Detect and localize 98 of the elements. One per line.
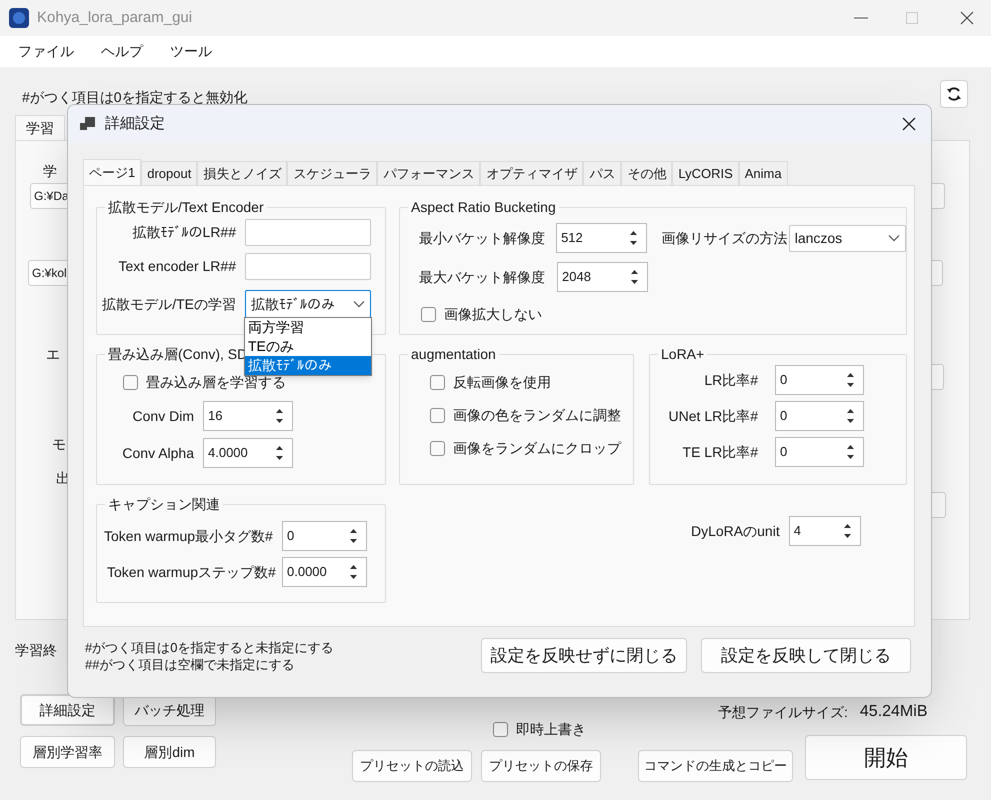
spin-box[interactable]: 0 bbox=[282, 521, 367, 551]
spin-arrows-icon bbox=[846, 371, 855, 389]
group-title: キャプション関連 bbox=[105, 495, 223, 513]
checkbox[interactable] bbox=[123, 375, 138, 390]
tab[interactable]: スケジューラ bbox=[287, 161, 378, 185]
app-logo-icon bbox=[9, 8, 29, 28]
spin-box[interactable]: 2048 bbox=[557, 262, 648, 292]
tab[interactable]: その他 bbox=[621, 161, 672, 185]
button[interactable]: コマンドの生成とコピー bbox=[638, 750, 793, 782]
checkbox[interactable] bbox=[430, 408, 445, 423]
spin-box[interactable]: 4.0000 bbox=[203, 438, 293, 468]
input-field[interactable] bbox=[245, 219, 371, 246]
field-label: Token warmupステップ数# bbox=[106, 562, 277, 582]
button[interactable]: 開始 bbox=[805, 735, 967, 780]
spin-arrows-icon bbox=[628, 229, 638, 247]
button[interactable]: 詳細設定 bbox=[20, 694, 115, 726]
refresh-icon bbox=[946, 86, 962, 102]
group-title: 拡散モデル/Text Encoder bbox=[105, 198, 267, 216]
input-field[interactable] bbox=[245, 253, 371, 280]
menu-item[interactable]: ヘルプ bbox=[101, 41, 143, 62]
field-label: 最大バケット解像度 bbox=[419, 268, 546, 286]
checkbox[interactable] bbox=[421, 307, 436, 322]
spin-arrows-icon bbox=[275, 444, 284, 462]
spin-arrows-icon bbox=[349, 527, 358, 545]
window-title: Kohya_lora_param_gui bbox=[37, 8, 192, 28]
field-label: 画像リサイズの方法 bbox=[662, 228, 789, 248]
tab[interactable]: Anima bbox=[738, 161, 788, 185]
field-label: 拡散モデル/TEの学習 bbox=[101, 294, 236, 314]
file-size-value: 45.24MiB bbox=[860, 702, 928, 722]
tab[interactable]: ページ1 bbox=[83, 159, 142, 185]
dropdown-option[interactable]: 拡散ﾓﾃﾞﾙのみ bbox=[245, 356, 371, 375]
maximize-icon bbox=[906, 12, 918, 24]
spin-box[interactable]: 0.0000 bbox=[282, 557, 367, 587]
notice-text: #がつく項目は0を指定すると無効化 bbox=[22, 88, 248, 107]
dropdown-option[interactable]: 両方学習 bbox=[245, 318, 371, 337]
spin-arrows-icon bbox=[275, 407, 284, 425]
checkbox-label: 即時上書き bbox=[516, 720, 586, 739]
field-label: 学 bbox=[43, 162, 57, 179]
checkbox[interactable] bbox=[493, 722, 508, 737]
field-label: 最小バケット解像度 bbox=[419, 228, 546, 248]
field-label: LR比率# bbox=[703, 370, 758, 390]
close-icon bbox=[902, 117, 916, 131]
tab[interactable]: オプティマイザ bbox=[480, 161, 584, 185]
spin-arrows-icon bbox=[846, 407, 855, 425]
spin-box[interactable]: 0 bbox=[775, 401, 864, 431]
dropdown[interactable]: 拡散ﾓﾃﾞﾙのみ bbox=[245, 290, 371, 318]
spin-box[interactable]: 0 bbox=[775, 365, 864, 395]
window-icon bbox=[80, 116, 95, 132]
spin-box[interactable]: 16 bbox=[203, 401, 293, 431]
status-label: 学習終 bbox=[15, 641, 57, 660]
field-label: Conv Dim bbox=[132, 406, 194, 426]
field-label: TE LR比率# bbox=[682, 442, 758, 462]
refresh-button[interactable] bbox=[940, 80, 968, 108]
tab[interactable]: 学習 bbox=[15, 115, 65, 140]
checkbox[interactable] bbox=[430, 441, 445, 456]
minimize-icon bbox=[854, 17, 868, 19]
file-size-label: 予想ファイルサイズ: bbox=[718, 702, 848, 722]
field-label: Token warmup最小タグ数# bbox=[104, 526, 274, 546]
button[interactable]: 層別dim bbox=[123, 736, 216, 768]
note-text: ##がつく項目は空欄で未指定にする bbox=[85, 656, 296, 672]
menu-item[interactable]: ツール bbox=[170, 41, 212, 62]
dialog-title: 詳細設定 bbox=[105, 114, 165, 134]
field-label: UNet LR比率# bbox=[668, 406, 758, 426]
tab[interactable]: LyCORIS bbox=[672, 161, 739, 185]
button[interactable]: プリセットの保存 bbox=[481, 750, 601, 782]
checkbox-label: 画像の色をランダムに調整 bbox=[453, 406, 621, 425]
spin-arrows-icon bbox=[846, 443, 855, 461]
tab[interactable]: パス bbox=[583, 161, 622, 185]
spin-box[interactable]: 4 bbox=[788, 516, 861, 546]
checkbox-label: 反転画像を使用 bbox=[453, 373, 551, 392]
button[interactable]: 設定を反映して閉じる bbox=[701, 638, 911, 673]
spin-box[interactable]: 0 bbox=[775, 437, 864, 467]
close-icon bbox=[960, 11, 974, 25]
checkbox[interactable] bbox=[430, 375, 445, 390]
checkbox-label: 畳み込み層を学習する bbox=[146, 373, 286, 392]
tab[interactable]: 損失とノイズ bbox=[197, 161, 288, 185]
checkbox-label: 画像拡大しない bbox=[444, 305, 542, 324]
menu-item[interactable]: ファイル bbox=[18, 41, 74, 62]
field-label: モ bbox=[52, 435, 66, 452]
spin-arrows-icon bbox=[842, 522, 852, 540]
field-label: Conv Alpha bbox=[121, 444, 194, 463]
field-label: DyLoRAのunit bbox=[691, 522, 780, 541]
field-label: 拡散ﾓﾃﾞﾙのLR## bbox=[132, 223, 236, 242]
button[interactable]: 設定を反映せずに閉じる bbox=[481, 638, 687, 673]
button[interactable]: プリセットの読込 bbox=[352, 750, 472, 782]
spin-arrows-icon bbox=[630, 268, 639, 286]
chevron-down-icon bbox=[353, 300, 365, 308]
tab[interactable]: dropout bbox=[141, 161, 198, 185]
spin-box[interactable]: 512 bbox=[556, 223, 647, 253]
field-label: エ bbox=[46, 345, 60, 362]
dropdown[interactable]: lanczos bbox=[788, 224, 906, 252]
spin-arrows-icon bbox=[349, 563, 358, 581]
chevron-down-icon bbox=[888, 234, 900, 242]
tab[interactable]: パフォーマンス bbox=[377, 161, 480, 185]
note-text: #がつく項目は0を指定すると未指定にする bbox=[85, 638, 334, 656]
checkbox-label: 画像をランダムにクロップ bbox=[453, 439, 621, 458]
field-label: Text encoder LR## bbox=[117, 257, 236, 276]
button[interactable]: 層別学習率 bbox=[20, 736, 115, 768]
